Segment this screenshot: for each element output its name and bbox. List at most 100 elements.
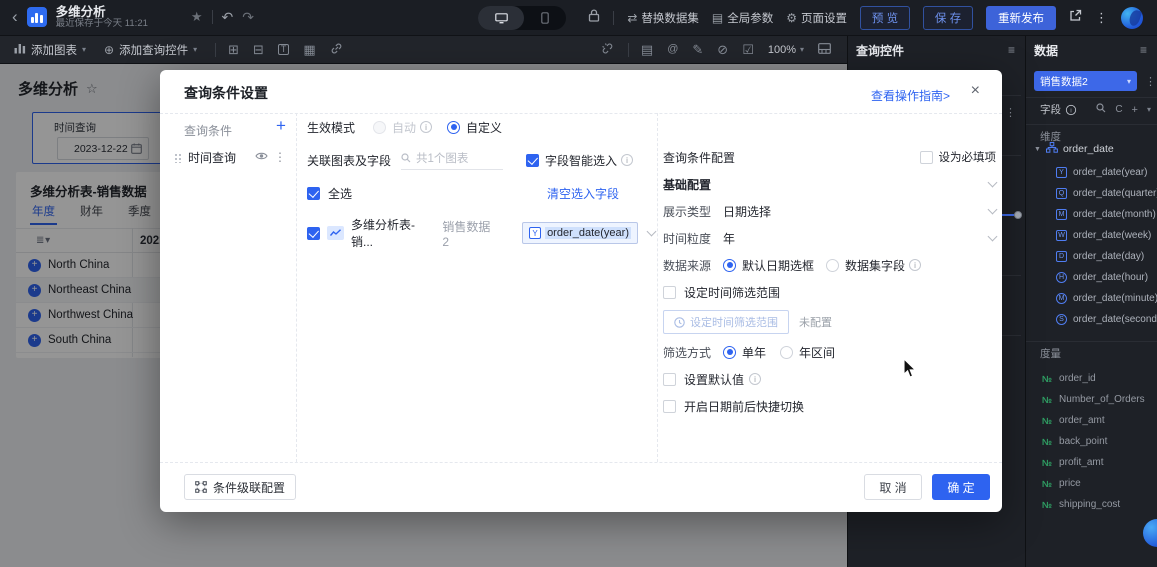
confirm-button[interactable]: 确 定 (932, 474, 990, 500)
close-icon[interactable]: × (971, 82, 980, 100)
measure-field[interactable]: № Number_of_Orders (1026, 389, 1157, 410)
collapse-panel-icon[interactable]: ≡ (1140, 43, 1147, 57)
replace-dataset-button[interactable]: ⇄ 替换数据集 (627, 10, 699, 26)
dataset-menu-icon[interactable]: ⋮ (1145, 75, 1156, 88)
tab-widget-icon[interactable]: ⊟ (253, 43, 264, 56)
zoom-level[interactable]: 100% (768, 44, 796, 56)
radio-year-range[interactable] (780, 345, 794, 359)
row-dimension-icon[interactable]: ≣ ▾ (36, 235, 50, 246)
basic-config-header-row[interactable]: 基础配置 (663, 175, 998, 193)
undo-icon[interactable]: ↶ (222, 9, 234, 26)
chevron-down-icon[interactable] (646, 226, 657, 236)
hide-element-icon[interactable]: ⊘ (717, 43, 728, 56)
drag-handle-icon[interactable] (174, 151, 181, 163)
item-menu-icon[interactable]: ⋮ (274, 150, 286, 164)
add-query-control-button[interactable]: ⊕ 添加查询控件 ▾ (104, 42, 197, 58)
chevron-down-icon[interactable]: ▾ (1147, 105, 1151, 114)
tab-季度[interactable]: 季度 (128, 203, 151, 225)
unlink-icon[interactable] (601, 42, 614, 57)
dimension-field[interactable]: Dorder_date(day) (1026, 246, 1157, 267)
find-replace-icon[interactable]: @ (667, 44, 678, 55)
dimension-field-order_date[interactable]: ▼ order_date (1034, 142, 1114, 156)
measure-field[interactable]: № price (1026, 473, 1157, 494)
required-checkbox[interactable] (919, 150, 933, 164)
radio-custom[interactable] (447, 120, 461, 134)
radio-single-year[interactable] (723, 345, 736, 359)
search-fields-icon[interactable] (1096, 103, 1106, 116)
more-menu-icon[interactable]: ⋮ (1095, 10, 1108, 26)
favorite-star-icon[interactable]: ★ (191, 9, 203, 25)
dimension-field[interactable]: Qorder_date(quarter) (1026, 183, 1157, 204)
smart-select-checkbox[interactable] (525, 153, 539, 167)
add-chart-button[interactable]: 添加图表 ▾ (14, 42, 86, 58)
expand-plus-icon[interactable]: + (28, 333, 41, 347)
grid-view-icon[interactable] (818, 43, 831, 56)
time-range-checkbox[interactable] (663, 285, 676, 299)
radio-default-datebox[interactable] (723, 258, 736, 272)
cascade-config-button[interactable]: 条件级联配置 (184, 474, 297, 500)
preview-button[interactable]: 预 览 (860, 5, 910, 30)
refresh-icon[interactable]: C (1115, 104, 1122, 115)
measure-field[interactable]: № order_amt (1026, 410, 1157, 431)
clipboard-icon[interactable]: ▤ (641, 43, 653, 56)
image-widget-icon[interactable]: ▦ (303, 43, 315, 56)
chevron-down-icon[interactable] (987, 204, 998, 214)
visibility-eye-icon[interactable] (255, 150, 268, 164)
condition-item-time-query[interactable]: 时间查询 ⋮ (170, 144, 290, 170)
chevron-down-icon[interactable] (987, 231, 998, 241)
select-all-checkbox[interactable] (307, 186, 320, 200)
dimension-field[interactable]: Morder_date(minute) (1026, 288, 1157, 309)
add-condition-button[interactable]: + (276, 116, 286, 136)
set-time-range-button[interactable]: 设定时间筛选范围 (663, 310, 789, 334)
radio-dataset-field[interactable] (826, 258, 840, 272)
format-brush-icon[interactable]: ✎ (692, 43, 703, 56)
page-settings-button[interactable]: ⚙ 页面设置 (786, 10, 847, 26)
user-avatar[interactable] (1121, 6, 1143, 29)
dataset-selector[interactable]: 销售数据2 ▾ (1034, 71, 1137, 91)
redo-icon[interactable]: ↷ (242, 9, 254, 26)
share-icon[interactable] (1069, 9, 1082, 27)
date-picker-input[interactable]: 2023-12-22 (57, 137, 149, 160)
tree-expand-icon[interactable]: ▼ (1034, 146, 1041, 153)
mobile-icon[interactable] (524, 6, 566, 30)
dimension-field[interactable]: Morder_date(month) (1026, 204, 1157, 225)
expand-plus-icon[interactable]: + (28, 283, 41, 297)
device-toggle[interactable] (478, 6, 566, 30)
chart-checkbox[interactable] (307, 226, 320, 240)
quick-switch-checkbox[interactable] (663, 399, 676, 413)
measure-field[interactable]: № shipping_cost (1026, 494, 1157, 515)
collapse-chevron-icon[interactable] (987, 177, 998, 187)
tab-财年[interactable]: 财年 (80, 203, 103, 225)
radio-auto[interactable] (373, 120, 387, 134)
text-widget-icon[interactable]: T (277, 44, 290, 55)
save-button[interactable]: 保 存 (923, 5, 973, 30)
default-value-checkbox[interactable] (663, 372, 676, 386)
lock-icon[interactable] (588, 8, 600, 27)
tab-年度[interactable]: 年度 (30, 203, 57, 225)
link-icon[interactable] (330, 42, 343, 57)
add-field-icon[interactable]: + (1132, 104, 1138, 116)
measure-field[interactable]: № order_id (1026, 368, 1157, 389)
measure-field[interactable]: № back_point (1026, 431, 1157, 452)
granularity-row[interactable]: 时间粒度 年 (663, 229, 998, 247)
item-menu-icon[interactable]: ⋮ (1005, 106, 1016, 119)
global-params-button[interactable]: ▤ 全局参数 (712, 10, 773, 26)
dimension-field[interactable]: Worder_date(week) (1026, 225, 1157, 246)
guide-link[interactable]: 查看操作指南> (871, 87, 950, 104)
collapse-panel-icon[interactable]: ≡ (1008, 43, 1015, 57)
slider-handle[interactable] (1014, 211, 1022, 219)
dimension-field[interactable]: Horder_date(hour) (1026, 267, 1157, 288)
measure-field[interactable]: № profit_amt (1026, 452, 1157, 473)
republish-button[interactable]: 重新发布 (986, 5, 1056, 30)
dimension-field[interactable]: Yorder_date(year) (1026, 162, 1157, 183)
expand-plus-icon[interactable]: + (28, 308, 41, 322)
expand-plus-icon[interactable]: + (28, 258, 41, 272)
back-button[interactable]: ‹ (12, 8, 18, 25)
display-type-row[interactable]: 展示类型 日期选择 (663, 202, 998, 220)
field-select[interactable]: Y order_date(year) (522, 222, 638, 244)
desktop-icon[interactable] (478, 6, 524, 30)
related-charts-search-input[interactable]: 共1个图表 (401, 150, 504, 170)
cancel-button[interactable]: 取 消 (864, 474, 922, 500)
clear-fields-link[interactable]: 清空选入字段 (547, 185, 619, 202)
favorite-star-icon[interactable]: ☆ (86, 81, 98, 97)
